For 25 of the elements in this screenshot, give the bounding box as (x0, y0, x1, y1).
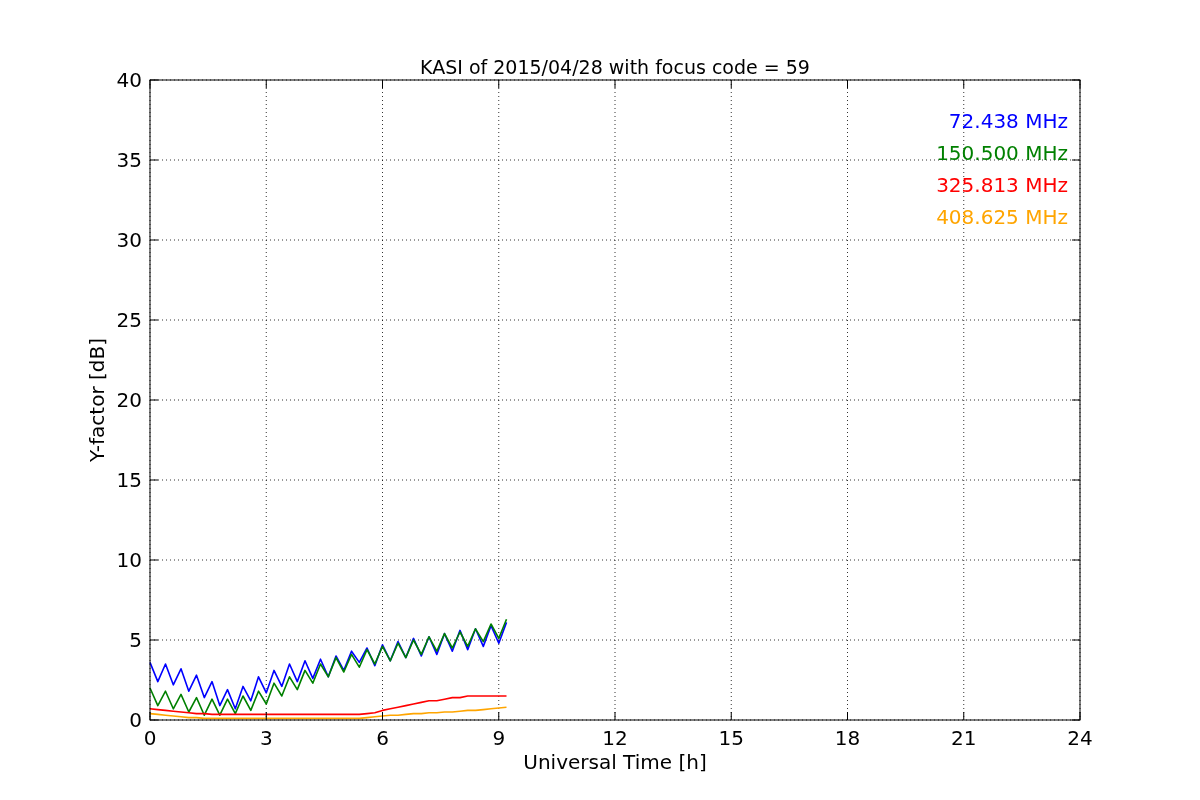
legend-label: 150.500 MHz (936, 141, 1068, 165)
tick-label: 9 (492, 726, 506, 750)
tick-label: 6 (376, 726, 389, 750)
tick-label: 0 (143, 726, 157, 750)
tick-label: 24 (1067, 726, 1093, 750)
tick-label: 25 (116, 308, 142, 332)
axis-label: Universal Time [h] (523, 750, 707, 774)
axis-label: Y-factor [dB] (85, 338, 109, 462)
tick-label: 12 (602, 726, 628, 750)
tick-label: 10 (116, 548, 142, 572)
chart-title: KASI of 2015/04/28 with focus code = 59 (420, 56, 810, 78)
tick-label: 40 (116, 68, 142, 92)
tick-label: 0 (129, 708, 142, 732)
tick-label: 30 (116, 228, 142, 252)
tick-label: 15 (116, 468, 142, 492)
legend-label: 325.813 MHz (936, 173, 1068, 197)
tick-label: 5 (129, 628, 142, 652)
legend-label: 72.438 MHz (948, 109, 1068, 133)
tick-label: 15 (718, 726, 744, 750)
tick-label: 21 (951, 726, 977, 750)
tick-label: 18 (834, 726, 861, 750)
tick-label: 35 (116, 148, 142, 172)
tick-label: 20 (116, 388, 142, 412)
tick-label: 3 (259, 726, 273, 750)
legend-label: 408.625 MHz (936, 205, 1068, 229)
